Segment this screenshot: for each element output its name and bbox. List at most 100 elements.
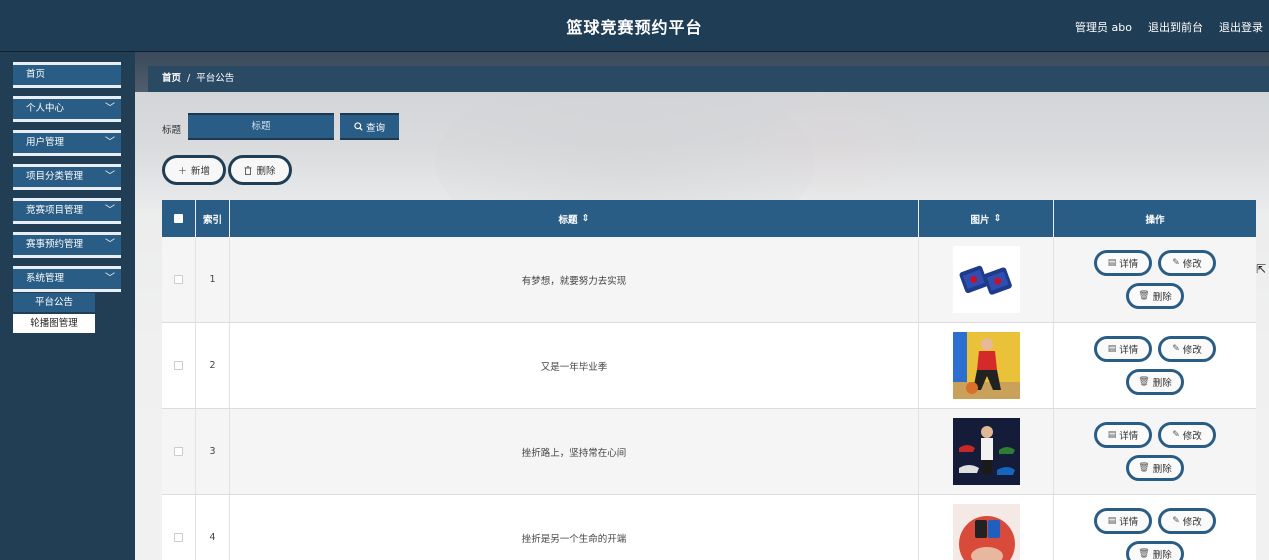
row-image-cell [919, 495, 1054, 560]
edit-button[interactable]: ✎ 修改 [1158, 422, 1216, 448]
sidebar-item-category-management[interactable]: 项目分类管理 ﹀ [13, 164, 121, 190]
breadcrumb-separator: / [187, 73, 191, 84]
add-button-label: 新增 [191, 166, 211, 177]
sort-icon[interactable]: ⇕ [994, 213, 1002, 224]
bulk-delete-button[interactable]: 删除 [228, 155, 292, 185]
row-index: 1 [196, 237, 230, 322]
notice-thumbnail [952, 418, 1020, 485]
header-select-all[interactable] [162, 200, 196, 237]
detail-button-label: 详情 [1119, 259, 1139, 270]
edit-button-label: 修改 [1182, 259, 1202, 270]
header-index: 索引 [196, 200, 230, 237]
pencil-icon: ✎ [1172, 344, 1180, 354]
top-bar: 篮球竞赛预约平台 管理员 abo 退出到前台 退出登录 [0, 0, 1269, 52]
row-select[interactable] [162, 323, 196, 408]
delete-button-label: 删除 [1152, 378, 1172, 389]
row-title: 有梦想，就要努力去实现 [230, 237, 919, 322]
row-checkbox[interactable] [174, 275, 183, 284]
row-checkbox[interactable] [174, 533, 183, 542]
detail-button[interactable]: ▤ 详情 [1094, 336, 1152, 362]
pencil-icon: ✎ [1172, 430, 1180, 440]
bulk-delete-button-label: 删除 [256, 166, 276, 177]
search-button[interactable]: 查询 [340, 113, 399, 140]
sort-icon[interactable]: ⇕ [582, 213, 590, 224]
row-image-cell [919, 237, 1054, 322]
pencil-icon: ✎ [1172, 258, 1180, 268]
row-index: 2 [196, 323, 230, 408]
delete-button-label: 删除 [1152, 292, 1172, 303]
edit-button-label: 修改 [1182, 517, 1202, 528]
sidebar-item-label: 项目分类管理 [26, 171, 84, 182]
sidebar-item-label: 竞赛项目管理 [26, 205, 84, 216]
trash-icon: 🗑 [1138, 549, 1150, 559]
trash-icon: 🗑 [1138, 463, 1150, 473]
sidebar-item-label: 系统管理 [26, 273, 65, 284]
delete-button[interactable]: 🗑 删除 [1126, 283, 1184, 309]
row-select[interactable] [162, 409, 196, 494]
row-checkbox[interactable] [174, 447, 183, 456]
delete-button[interactable]: 🗑 删除 [1126, 541, 1184, 560]
sidebar-item-booking-management[interactable]: 赛事预约管理 ﹀ [13, 232, 121, 258]
main-content: 首页 / 平台公告 标题 查询 ＋ 新增 删除 索引 标题 ⇕ 图片 ⇕ 操作 1 有梦… [135, 52, 1269, 560]
notice-thumbnail [952, 246, 1020, 313]
logout-link[interactable]: 退出登录 [1219, 19, 1263, 35]
table-row: 3 挫折路上，坚持常在心间 ▤ 详情 ✎ 修改 🗑 删除 [162, 409, 1256, 495]
detail-button[interactable]: ▤ 详情 [1094, 422, 1152, 448]
edit-button[interactable]: ✎ 修改 [1158, 250, 1216, 276]
sidebar-item-personal-center[interactable]: 个人中心 ﹀ [13, 96, 121, 122]
header-actions: 管理员 abo 退出到前台 退出登录 [1075, 19, 1263, 35]
detail-button[interactable]: ▤ 详情 [1094, 508, 1152, 534]
select-all-checkbox[interactable] [174, 214, 183, 223]
delete-button-label: 删除 [1152, 464, 1172, 475]
sidebar-item-system-management[interactable]: 系统管理 ﹀ [13, 266, 121, 292]
sidebar-item-label: 赛事预约管理 [26, 239, 84, 250]
document-icon: ▤ [1107, 516, 1117, 526]
row-title: 挫折路上，坚持常在心间 [230, 409, 919, 494]
row-image-cell [919, 409, 1054, 494]
sidebar-item-home[interactable]: 首页 [13, 62, 121, 88]
submenu-platform-notice[interactable]: 平台公告 [13, 293, 95, 312]
row-title: 挫折是另一个生命的开端 [230, 495, 919, 560]
row-index: 4 [196, 495, 230, 560]
table-row: 4 挫折是另一个生命的开端 ▤ 详情 ✎ 修改 🗑 删除 [162, 495, 1256, 560]
back-to-front-link[interactable]: 退出到前台 [1148, 19, 1203, 35]
document-icon: ▤ [1107, 344, 1117, 354]
row-image-cell [919, 323, 1054, 408]
admin-name: 管理员 abo [1075, 21, 1132, 34]
row-checkbox[interactable] [174, 361, 183, 370]
breadcrumb-home[interactable]: 首页 [162, 73, 181, 84]
trash-icon [244, 165, 252, 175]
table-row: 2 又是一年毕业季 ▤ 详情 ✎ 修改 🗑 删除 [162, 323, 1256, 409]
trash-icon: 🗑 [1138, 291, 1150, 301]
row-operations: ▤ 详情 ✎ 修改 🗑 删除 [1053, 495, 1256, 560]
search-input[interactable] [188, 113, 334, 140]
header-title[interactable]: 标题 ⇕ [230, 200, 919, 237]
row-select[interactable] [162, 237, 196, 322]
row-select[interactable] [162, 495, 196, 560]
chevron-down-icon: ﹀ [105, 171, 115, 182]
detail-button[interactable]: ▤ 详情 [1094, 250, 1152, 276]
delete-button[interactable]: 🗑 删除 [1126, 369, 1184, 395]
trash-icon: 🗑 [1138, 377, 1150, 387]
row-index: 3 [196, 409, 230, 494]
sidebar-item-user-management[interactable]: 用户管理 ﹀ [13, 130, 121, 156]
sidebar-item-label: 用户管理 [26, 137, 65, 148]
header-index-label: 索引 [202, 214, 222, 226]
add-button[interactable]: ＋ 新增 [162, 155, 226, 185]
chevron-down-icon: ﹀ [105, 273, 115, 284]
row-title: 又是一年毕业季 [230, 323, 919, 408]
sidebar-item-label: 个人中心 [26, 103, 65, 114]
sidebar: 首页 个人中心 ﹀ 用户管理 ﹀ 项目分类管理 ﹀ 竞赛项目管理 ﹀ 赛事预约管理 ﹀ 系… [0, 52, 135, 560]
search-label: 标题 [162, 125, 182, 136]
delete-button[interactable]: 🗑 删除 [1126, 455, 1184, 481]
edit-button[interactable]: ✎ 修改 [1158, 508, 1216, 534]
header-image[interactable]: 图片 ⇕ [919, 200, 1054, 237]
edit-button[interactable]: ✎ 修改 [1158, 336, 1216, 362]
pencil-icon: ✎ [1172, 516, 1180, 526]
chevron-down-icon: ﹀ [105, 205, 115, 216]
edit-button-label: 修改 [1182, 345, 1202, 356]
header-image-label: 图片 [970, 214, 990, 226]
sidebar-item-competition-management[interactable]: 竞赛项目管理 ﹀ [13, 198, 121, 224]
breadcrumb-current: 平台公告 [196, 73, 235, 84]
submenu-carousel-management[interactable]: 轮播图管理 [13, 314, 95, 333]
